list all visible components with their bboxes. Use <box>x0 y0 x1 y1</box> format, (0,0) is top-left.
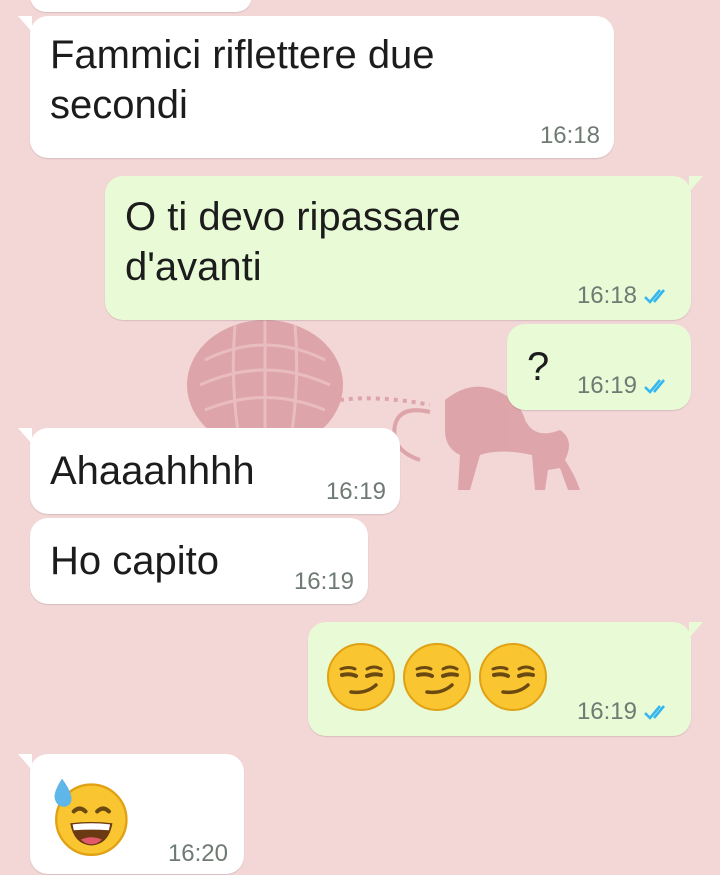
incoming-message-bubble[interactable]: 16:20 <box>18 754 244 874</box>
read-receipt-icon <box>644 289 665 304</box>
message-timestamp: 16:20 <box>167 840 228 867</box>
outgoing-message-bubble[interactable]: ? 16:19 <box>507 324 691 410</box>
message-text: O ti devo ripassare d'avanti <box>125 195 461 289</box>
emoji-row <box>326 642 548 712</box>
grinning-face-with-sweat-emoji <box>54 778 128 856</box>
incoming-message-bubble[interactable]: Ahaaahhhh 16:19 <box>18 428 400 514</box>
incoming-message-bubble[interactable]: Fammici riflettere due secondi 16:18 <box>18 16 614 158</box>
message-timestamp: 16:19 <box>576 698 637 725</box>
read-receipt-icon <box>644 379 665 394</box>
message-bubble-partial[interactable] <box>30 0 252 12</box>
smirking-face-emoji <box>327 643 395 711</box>
message-meta: 16:19 <box>326 478 386 506</box>
message-meta: 16:20 <box>168 840 228 868</box>
smirking-face-emoji <box>403 643 471 711</box>
incoming-message-bubble[interactable]: Ho capito 16:19 <box>30 518 368 604</box>
smirking-face-emoji <box>479 643 547 711</box>
read-receipt-icon <box>644 705 665 720</box>
emoji-row <box>48 774 130 856</box>
message-timestamp: 16:19 <box>576 372 637 399</box>
message-meta: 16:18 <box>577 282 675 310</box>
message-text: ? <box>527 345 550 389</box>
message-timestamp: 16:18 <box>539 122 600 149</box>
message-meta: 16:19 <box>294 568 354 596</box>
outgoing-message-bubble[interactable]: 16:19 <box>308 622 703 736</box>
message-meta: 16:19 <box>577 372 675 400</box>
message-text: Ho capito <box>50 539 219 583</box>
message-timestamp: 16:19 <box>325 478 386 505</box>
message-timestamp: 16:18 <box>576 282 637 309</box>
outgoing-message-bubble[interactable]: O ti devo ripassare d'avanti 16:18 <box>105 176 703 320</box>
message-timestamp: 16:19 <box>293 568 354 595</box>
message-text: Ahaaahhhh <box>50 449 255 493</box>
message-meta: 16:18 <box>540 122 600 150</box>
message-meta: 16:19 <box>577 698 675 726</box>
message-text: Fammici riflettere due secondi <box>50 33 435 127</box>
